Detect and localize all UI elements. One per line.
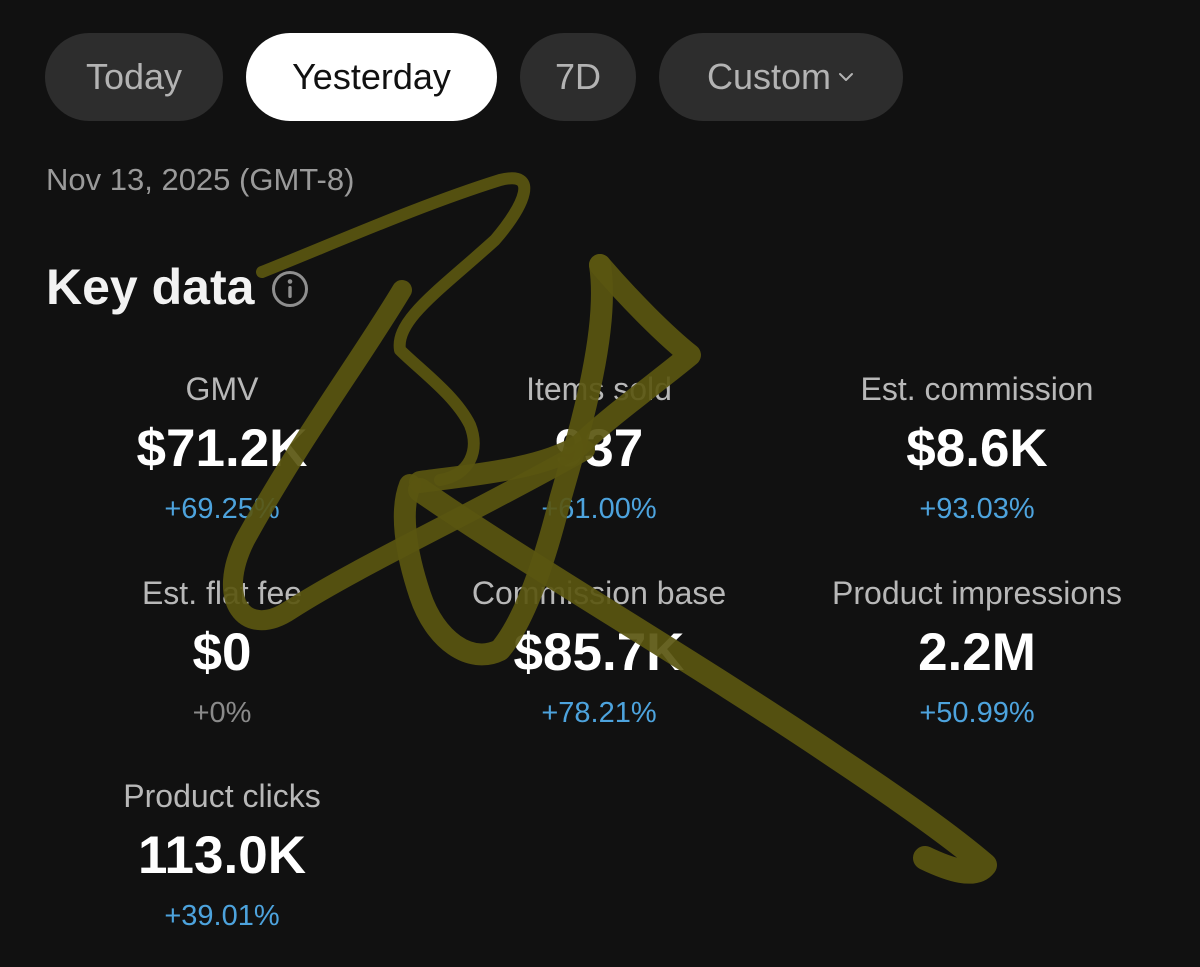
section-title: Key data	[46, 258, 310, 316]
metric-est-commission[interactable]: Est. commission $8.6K +93.03%	[797, 370, 1157, 526]
metric-label: Items sold	[526, 371, 672, 407]
metric-change: +61.00%	[541, 493, 657, 525]
metric-change: +78.21%	[541, 697, 657, 729]
metric-label: Commission base	[471, 575, 727, 611]
metric-change: +50.99%	[919, 697, 1035, 729]
tab-yesterday[interactable]: Yesterday	[246, 33, 497, 121]
metric-label: Est. commission	[860, 371, 1094, 407]
metric-label: Product clicks	[123, 778, 321, 814]
info-icon[interactable]	[270, 269, 310, 309]
metric-value: 113.0K	[138, 826, 306, 885]
section-title-text: Key data	[46, 259, 255, 315]
metric-value: 937	[554, 419, 644, 478]
metric-est-flat-fee[interactable]: Est. flat fee $0 +0%	[42, 574, 402, 730]
metric-label: Est. flat fee	[141, 575, 303, 611]
date-label: Nov 13, 2025 (GMT-8)	[46, 162, 355, 197]
metric-product-impressions[interactable]: Product impressions 2.2M +50.99%	[797, 574, 1157, 730]
metric-items-sold[interactable]: Items sold 937 +61.00%	[419, 370, 779, 526]
metric-change: +93.03%	[919, 493, 1035, 525]
metric-change: +0%	[192, 697, 252, 729]
metric-value: $71.2K	[136, 419, 308, 478]
metric-commission-base[interactable]: Commission base $85.7K +78.21%	[419, 574, 779, 730]
metric-gmv[interactable]: GMV $71.2K +69.25%	[42, 370, 402, 526]
tab-custom-label: Custom	[706, 56, 832, 97]
metric-value: $85.7K	[513, 623, 685, 682]
metric-change: +69.25%	[164, 493, 280, 525]
tab-custom[interactable]: Custom	[659, 33, 903, 121]
metric-change: +39.01%	[164, 900, 280, 932]
metric-product-clicks[interactable]: Product clicks 113.0K +39.01%	[42, 777, 402, 933]
tab-today[interactable]: Today	[45, 33, 223, 121]
metric-value: $0	[192, 623, 252, 682]
metric-value: $8.6K	[906, 419, 1048, 478]
metric-value: 2.2M	[918, 623, 1036, 682]
tab-7d[interactable]: 7D	[520, 33, 636, 121]
date-range-tabs: Today Yesterday 7D Custom	[45, 33, 903, 121]
metric-label: Product impressions	[832, 575, 1122, 611]
metric-label: GMV	[185, 371, 259, 407]
chevron-down-icon	[839, 73, 854, 81]
